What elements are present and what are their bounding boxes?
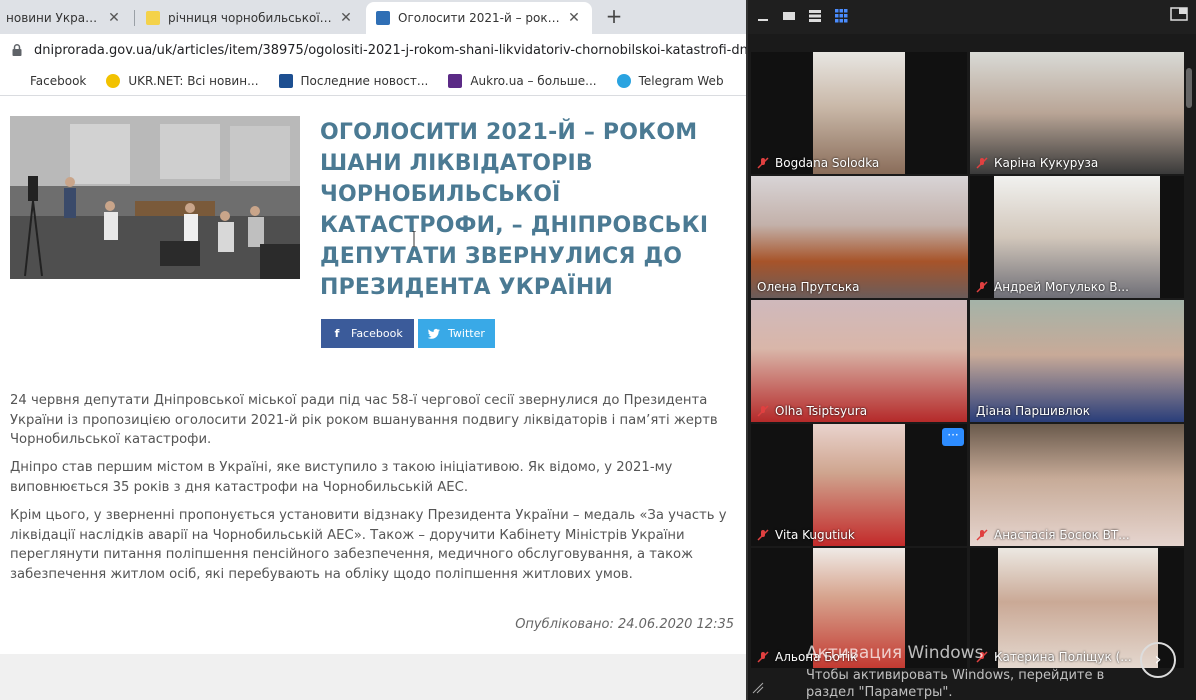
participant-name: Діана Паршивлюк — [976, 404, 1090, 418]
participant-tile[interactable]: Olha Tsiptsyura — [751, 300, 967, 422]
share-twitter-button[interactable]: Twitter — [418, 319, 495, 348]
bookmark-label: Последние новост... — [300, 73, 429, 88]
close-icon[interactable]: ✕ — [566, 10, 582, 26]
strip-view-icon[interactable] — [808, 9, 824, 23]
tab-separator — [134, 10, 135, 26]
participant-name: Анастасія Босюк ВТ... — [976, 528, 1130, 542]
participant-tile[interactable]: Андрей Могулько В... — [970, 176, 1184, 298]
bookmark-label: Telegram Web — [638, 73, 724, 88]
participant-tile[interactable]: Vita Kugutiuk — [751, 424, 967, 546]
exit-fullscreen-icon[interactable] — [1170, 6, 1188, 22]
news-icon — [278, 73, 293, 88]
share-facebook-label: Facebook — [351, 327, 403, 340]
gallery-view-icon[interactable] — [834, 9, 850, 23]
article-title: ОГОЛОСИТИ 2021-Й – РОКОМ ШАНИ ЛІКВІДАТОР… — [320, 120, 709, 300]
zoom-toolbar — [748, 0, 1196, 34]
session-hall-photo — [10, 116, 300, 279]
published-date: Опубліковано: 24.06.2020 12:35 — [515, 617, 734, 632]
windows-activation-title: Активация Windows — [806, 643, 984, 663]
page-footer-strip — [0, 654, 746, 700]
browser-tab-3-active[interactable]: Оголосити 2021-й – роком шан ✕ — [366, 2, 592, 34]
participant-tile[interactable]: Діана Паршивлюк — [970, 300, 1184, 422]
participant-name: Катерина Поліщук (... — [976, 650, 1132, 664]
participant-name: Bogdana Solodka — [757, 156, 879, 170]
bookmark-aukro[interactable]: Aukro.ua – больше... — [448, 73, 597, 88]
participant-name: Olha Tsiptsyura — [757, 404, 867, 418]
tab-title: новини України, о — [6, 11, 100, 25]
bookmark-label: Aukro.ua – больше... — [470, 73, 597, 88]
facebook-icon: f — [334, 327, 340, 340]
gallery-scrollbar[interactable] — [1186, 68, 1192, 108]
next-page-button[interactable]: › — [1140, 642, 1176, 678]
participant-name: Vita Kugutiuk — [757, 528, 855, 542]
resize-grip-icon[interactable] — [752, 682, 764, 694]
participant-tile[interactable]: Каріна Кукуруза — [970, 52, 1184, 174]
bookmark-ukrnet[interactable]: UKR.NET: Всі новин... — [106, 73, 259, 88]
participant-tile-active-speaker[interactable]: Олена Прутська — [751, 176, 968, 298]
new-tab-button[interactable]: + — [602, 4, 626, 28]
participant-name: Олена Прутська — [757, 280, 860, 294]
article-paragraph: Дніпро став першим містом в Україні, яке… — [10, 460, 673, 495]
article-paragraph: Крім цього, у зверненні пропонується уст… — [10, 508, 727, 582]
text-cursor-icon — [412, 231, 416, 247]
bookmark-zn[interactable]: Последние новост... — [278, 73, 429, 88]
muted-mic-icon — [757, 405, 769, 417]
site-favicon-icon — [376, 11, 390, 25]
windows-activation-subtitle: Чтобы активировать Windows, перейдите в … — [806, 668, 1105, 700]
close-icon[interactable]: ✕ — [338, 10, 354, 26]
more-options-button[interactable]: ··· — [942, 428, 964, 446]
site-favicon-icon — [146, 11, 160, 25]
lock-icon — [12, 44, 22, 56]
article-paragraph: 24 червня депутати Дніпровської міської … — [10, 393, 718, 447]
muted-mic-icon — [976, 281, 988, 293]
aukro-icon — [448, 73, 463, 88]
muted-mic-icon — [976, 529, 988, 541]
article-page: ОГОЛОСИТИ 2021-Й – РОКОМ ШАНИ ЛІКВІДАТОР… — [0, 97, 746, 700]
twitter-icon — [427, 328, 440, 339]
url-text: dniprorada.gov.ua/uk/articles/item/38975… — [34, 42, 803, 58]
muted-mic-icon — [757, 157, 769, 169]
ukrnet-icon — [106, 73, 121, 88]
muted-mic-icon — [976, 157, 988, 169]
muted-mic-icon — [757, 529, 769, 541]
telegram-icon — [616, 73, 631, 88]
bookmark-facebook[interactable]: Facebook — [0, 74, 86, 88]
bookmark-telegram[interactable]: Telegram Web — [616, 73, 724, 88]
participant-name: Каріна Кукуруза — [976, 156, 1098, 170]
muted-mic-icon — [757, 651, 769, 663]
tab-title: Оголосити 2021-й – роком шан — [398, 11, 560, 25]
browser-tab-2[interactable]: річниця чорнобильської катаст ✕ — [136, 2, 364, 34]
facebook-icon — [0, 74, 14, 88]
share-facebook-button[interactable]: f Facebook — [321, 319, 414, 348]
tab-title: річниця чорнобильської катаст — [168, 11, 332, 25]
participant-name: Андрей Могулько В... — [976, 280, 1129, 294]
bookmark-label: UKR.NET: Всі новин... — [128, 73, 259, 88]
participant-tile[interactable]: Bogdana Solodka — [751, 52, 967, 174]
bookmark-label: Facebook — [30, 73, 87, 88]
browser-tab-1[interactable]: новини України, о ✕ — [0, 2, 132, 34]
minimize-icon[interactable] — [756, 9, 772, 23]
participant-tile[interactable]: Анастасія Босюк ВТ... — [970, 424, 1184, 546]
share-twitter-label: Twitter — [448, 327, 485, 340]
close-icon[interactable]: ✕ — [106, 10, 122, 26]
speaker-view-icon[interactable] — [782, 9, 798, 23]
